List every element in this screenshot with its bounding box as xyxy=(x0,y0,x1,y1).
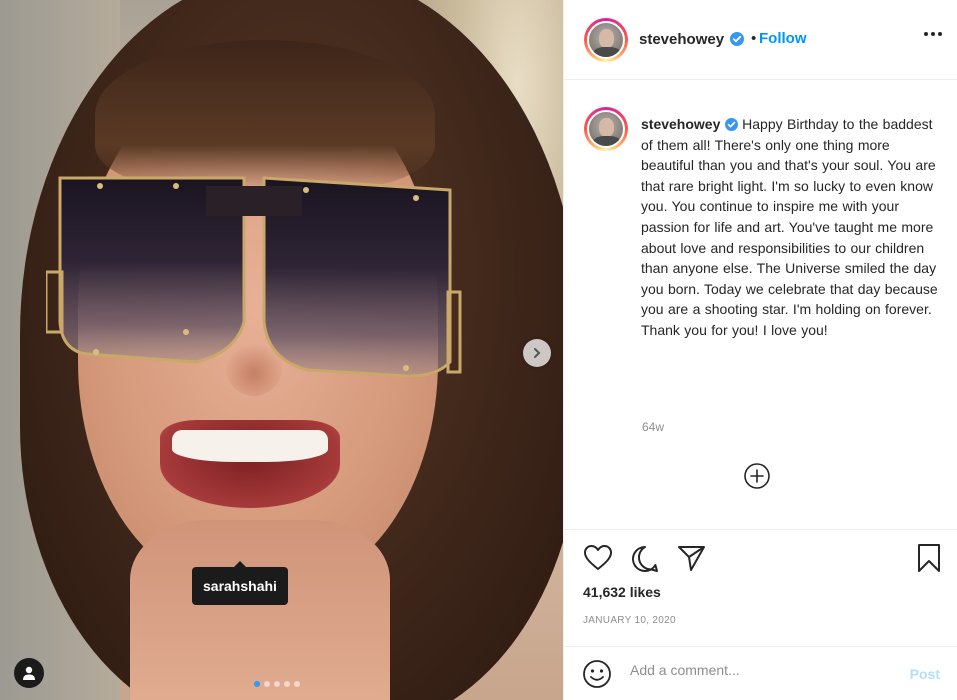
show-tags-button[interactable] xyxy=(14,658,44,688)
header-separator: • xyxy=(751,30,757,47)
emoji-icon[interactable] xyxy=(582,659,612,689)
avatar-image xyxy=(587,21,625,59)
avatar-image xyxy=(587,110,625,148)
post-details-pane: stevehowey • Follow stevehowey Happy Bir… xyxy=(563,0,957,700)
carousel-indicator xyxy=(254,681,300,687)
caption-age[interactable]: 64w xyxy=(642,420,664,434)
photo-neck xyxy=(130,520,390,700)
comment-icon[interactable] xyxy=(630,544,660,574)
author-avatar[interactable] xyxy=(584,18,628,62)
carousel-dot xyxy=(284,681,290,687)
bookmark-icon[interactable] xyxy=(916,543,942,573)
user-icon xyxy=(23,666,35,680)
verified-badge-icon xyxy=(730,32,744,46)
likes-count[interactable]: 41,632 likes xyxy=(583,584,661,600)
carousel-dot xyxy=(264,681,270,687)
user-tag-label[interactable]: sarahshahi xyxy=(192,561,288,605)
post-comment-button[interactable]: Post xyxy=(910,666,940,682)
verified-badge-icon xyxy=(724,118,738,131)
plus-circle-icon[interactable] xyxy=(743,462,771,490)
post-date[interactable]: JANUARY 10, 2020 xyxy=(583,615,676,626)
follow-button[interactable]: Follow xyxy=(759,30,807,47)
caption-body: stevehowey Happy Birthday to the baddest… xyxy=(641,114,941,341)
photo-teeth xyxy=(172,430,328,462)
comment-input[interactable] xyxy=(630,662,890,678)
caption-text: Happy Birthday to the baddest of them al… xyxy=(641,116,938,338)
instagram-post: sarahshahi stevehowey • Follow stevehowe… xyxy=(0,0,957,700)
comment-bar: Post xyxy=(564,646,957,700)
photo-fringe xyxy=(95,40,435,190)
carousel-dot xyxy=(294,681,300,687)
carousel-dot xyxy=(254,681,260,687)
post-header: stevehowey • Follow xyxy=(564,0,957,80)
next-photo-button[interactable] xyxy=(523,339,551,367)
photo-sunglasses xyxy=(46,176,462,378)
more-options-icon[interactable] xyxy=(924,32,942,36)
carousel-dot xyxy=(274,681,280,687)
heart-icon[interactable] xyxy=(583,544,613,572)
actions-divider xyxy=(564,529,957,530)
author-username[interactable]: stevehowey xyxy=(639,31,724,48)
chevron-right-icon xyxy=(534,348,541,358)
post-photo[interactable]: sarahshahi xyxy=(0,0,563,700)
share-icon[interactable] xyxy=(677,544,707,572)
caption-avatar[interactable] xyxy=(584,107,628,151)
caption-username[interactable]: stevehowey xyxy=(641,116,720,132)
